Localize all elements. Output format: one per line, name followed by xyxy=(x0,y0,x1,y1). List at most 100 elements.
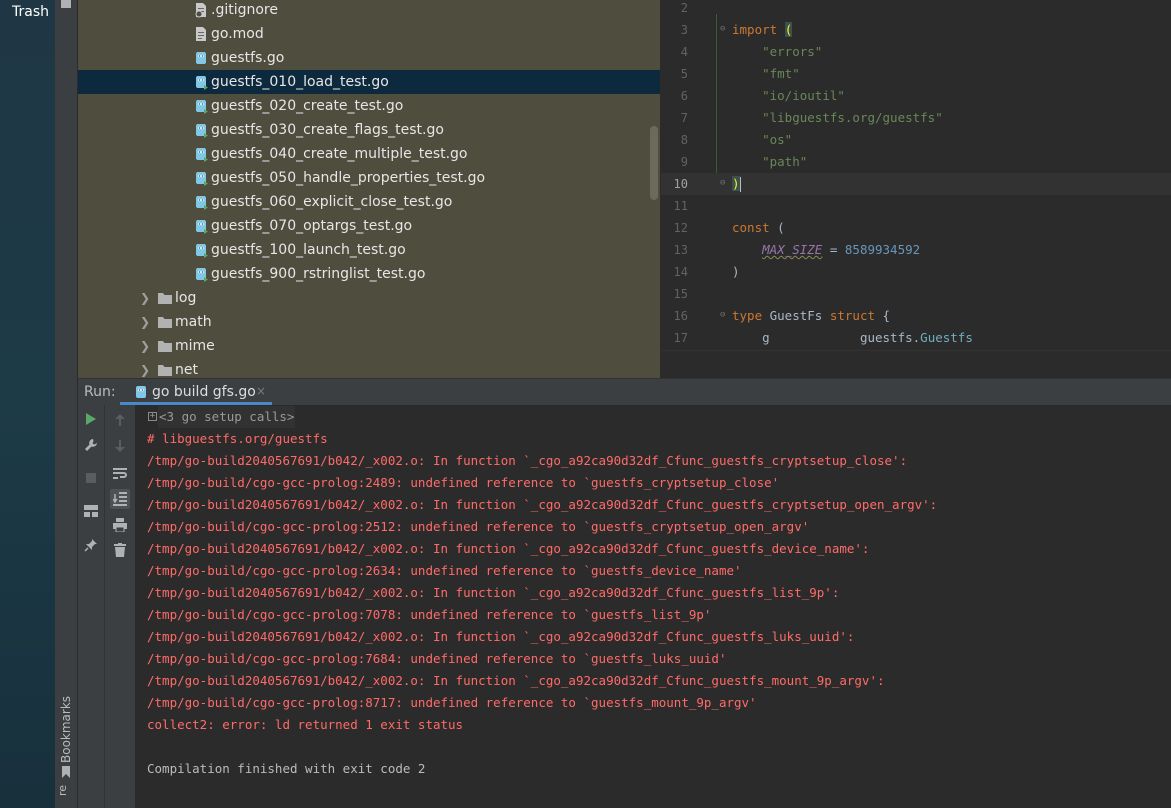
code-line[interactable]: 13 MAX_SIZE = 8589934592 xyxy=(661,239,1171,261)
code-text: const ( xyxy=(732,217,785,239)
code-line[interactable]: 14) xyxy=(661,261,1171,283)
code-line[interactable]: 6 "io/ioutil" xyxy=(661,85,1171,107)
operator-token: = xyxy=(822,242,845,257)
project-tree-scrollbar[interactable] xyxy=(650,126,658,200)
string-token: "fmt" xyxy=(762,66,800,81)
code-line[interactable]: 15 xyxy=(661,283,1171,305)
tree-folder-log[interactable]: ❯ log xyxy=(78,286,660,310)
arrow-up-icon xyxy=(115,414,125,426)
code-line[interactable]: 3 ⊖ import ( xyxy=(661,19,1171,41)
bookmarks-tool-tab[interactable]: Bookmarks xyxy=(57,696,76,778)
tree-file-row[interactable]: guestfs_060_explicit_close_test.go xyxy=(78,190,660,214)
code-line[interactable]: 5 "fmt" xyxy=(661,63,1171,85)
bookmark-icon xyxy=(62,766,70,778)
tree-folder-math[interactable]: ❯ math xyxy=(78,310,660,334)
code-editor[interactable]: 2 3 ⊖ import (4 "errors" 5 "fmt" 6 "io/ioutil… xyxy=(661,0,1171,350)
project-tool-icon[interactable] xyxy=(61,0,71,8)
layout-icon xyxy=(84,505,98,517)
scroll-to-end-button[interactable] xyxy=(110,489,130,509)
next-occurrence-button[interactable] xyxy=(110,436,130,456)
tree-file-row[interactable]: guestfs_030_create_flags_test.go xyxy=(78,118,660,142)
folder-icon xyxy=(158,317,172,328)
trash-desktop-label[interactable]: Trash xyxy=(12,4,49,20)
code-line[interactable]: 10 ⊖) xyxy=(661,173,1171,195)
soft-wrap-button[interactable] xyxy=(110,463,130,483)
console-output-line: Compilation finished with exit code 2 xyxy=(147,761,426,776)
rerun-button[interactable] xyxy=(81,409,101,429)
code-line[interactable]: 12 const ( xyxy=(661,217,1171,239)
tree-file-row[interactable]: guestfs_900_rstringlist_test.go xyxy=(78,262,660,286)
line-number: 15 xyxy=(673,287,688,301)
tree-item-label: go.mod xyxy=(211,26,264,42)
pin-tab-button[interactable] xyxy=(81,535,101,555)
line-number: 2 xyxy=(680,1,688,15)
tree-item-label: guestfs_060_explicit_close_test.go xyxy=(211,194,453,210)
keyword-token: import xyxy=(732,22,778,37)
code-line[interactable]: 11 xyxy=(661,195,1171,217)
tree-item-label: net xyxy=(175,362,198,378)
tree-file-row[interactable]: go.mod xyxy=(78,22,660,46)
expand-fold-icon[interactable]: + xyxy=(148,412,157,421)
tree-file-row[interactable]: .gitignore xyxy=(78,0,660,22)
chevron-right-icon[interactable]: ❯ xyxy=(140,286,150,310)
desktop-background: Trash xyxy=(0,0,55,808)
line-number: 6 xyxy=(680,89,688,103)
tree-item-label: guestfs_100_launch_test.go xyxy=(211,242,406,258)
run-console-output[interactable]: + <3 go setup calls> # libguestfs.org/gu… xyxy=(136,405,1171,808)
keyword-token: const xyxy=(732,220,770,235)
tree-file-row[interactable]: guestfs_100_launch_test.go xyxy=(78,238,660,262)
tree-file-row[interactable]: guestfs.go xyxy=(78,46,660,70)
fold-marker-icon[interactable]: ⊖ xyxy=(720,178,729,188)
print-button[interactable] xyxy=(110,515,130,535)
folded-setup-calls[interactable]: + <3 go setup calls> xyxy=(147,406,296,428)
run-toolbar-secondary xyxy=(105,405,136,808)
edit-configuration-button[interactable] xyxy=(81,435,101,455)
go-file-icon xyxy=(136,386,146,398)
chevron-right-icon[interactable]: ❯ xyxy=(140,334,150,358)
code-line[interactable]: 16 ⊖ type GuestFs struct { xyxy=(661,305,1171,327)
clear-all-button[interactable] xyxy=(110,540,130,560)
chevron-right-icon[interactable]: ❯ xyxy=(140,310,150,334)
chevron-right-icon[interactable]: ❯ xyxy=(140,358,150,378)
console-error-line: /tmp/go-build2040567691/b042/_x002.o: In… xyxy=(147,673,885,688)
tree-file-row[interactable]: guestfs_040_create_multiple_test.go xyxy=(78,142,660,166)
tree-folder-mime[interactable]: ❯ mime xyxy=(78,334,660,358)
go-file-icon xyxy=(196,172,208,186)
tree-file-row[interactable]: guestfs_050_handle_properties_test.go xyxy=(78,166,660,190)
go-file-icon xyxy=(196,52,206,64)
console-error-line: /tmp/go-build2040567691/b042/_x002.o: In… xyxy=(147,629,855,644)
code-line[interactable]: 9 "path" xyxy=(661,151,1171,173)
code-line[interactable]: 17 g guestfs.Guestfs xyxy=(661,327,1171,349)
restore-layout-button[interactable] xyxy=(81,501,101,521)
tree-file-row[interactable]: guestfs_020_create_test.go xyxy=(78,94,660,118)
tree-file-row[interactable]: guestfs_070_optargs_test.go xyxy=(78,214,660,238)
close-icon[interactable]: × xyxy=(256,384,266,398)
console-error-line: /tmp/go-build2040567691/b042/_x002.o: In… xyxy=(147,497,938,512)
line-number: 17 xyxy=(673,331,688,345)
previous-occurrence-button[interactable] xyxy=(110,410,130,430)
fold-marker-icon[interactable]: ⊖ xyxy=(720,24,729,34)
code-line[interactable]: 7 "libguestfs.org/guestfs" xyxy=(661,107,1171,129)
keyword-token: type xyxy=(732,308,763,323)
folder-icon xyxy=(158,341,172,352)
tree-item-label: mime xyxy=(175,338,215,354)
tree-file-row[interactable]: guestfs_010_load_test.go xyxy=(78,70,660,94)
fold-marker-icon[interactable]: ⊖ xyxy=(720,310,729,320)
code-text: ) xyxy=(732,173,741,195)
scroll-to-end-icon xyxy=(113,492,127,506)
code-text: "path" xyxy=(732,151,807,173)
code-line[interactable]: 8 "os" xyxy=(661,129,1171,151)
code-line[interactable]: 2 xyxy=(661,0,1171,19)
code-line[interactable]: 4 "errors" xyxy=(661,41,1171,63)
tree-folder-net[interactable]: ❯ net xyxy=(78,358,660,378)
structure-tab-label[interactable]: re xyxy=(56,785,69,796)
tree-item-label: guestfs_050_handle_properties_test.go xyxy=(211,170,486,186)
folder-icon xyxy=(158,365,172,376)
string-token: "io/ioutil" xyxy=(762,88,845,103)
tree-item-label: guestfs_010_load_test.go xyxy=(211,74,389,90)
line-number: 13 xyxy=(673,243,688,257)
line-number: 16 xyxy=(673,309,688,323)
code-text: "os" xyxy=(732,129,792,151)
console-error-line: /tmp/go-build/cgo-gcc-prolog:2634: undef… xyxy=(147,563,742,578)
stop-button[interactable] xyxy=(81,468,101,488)
